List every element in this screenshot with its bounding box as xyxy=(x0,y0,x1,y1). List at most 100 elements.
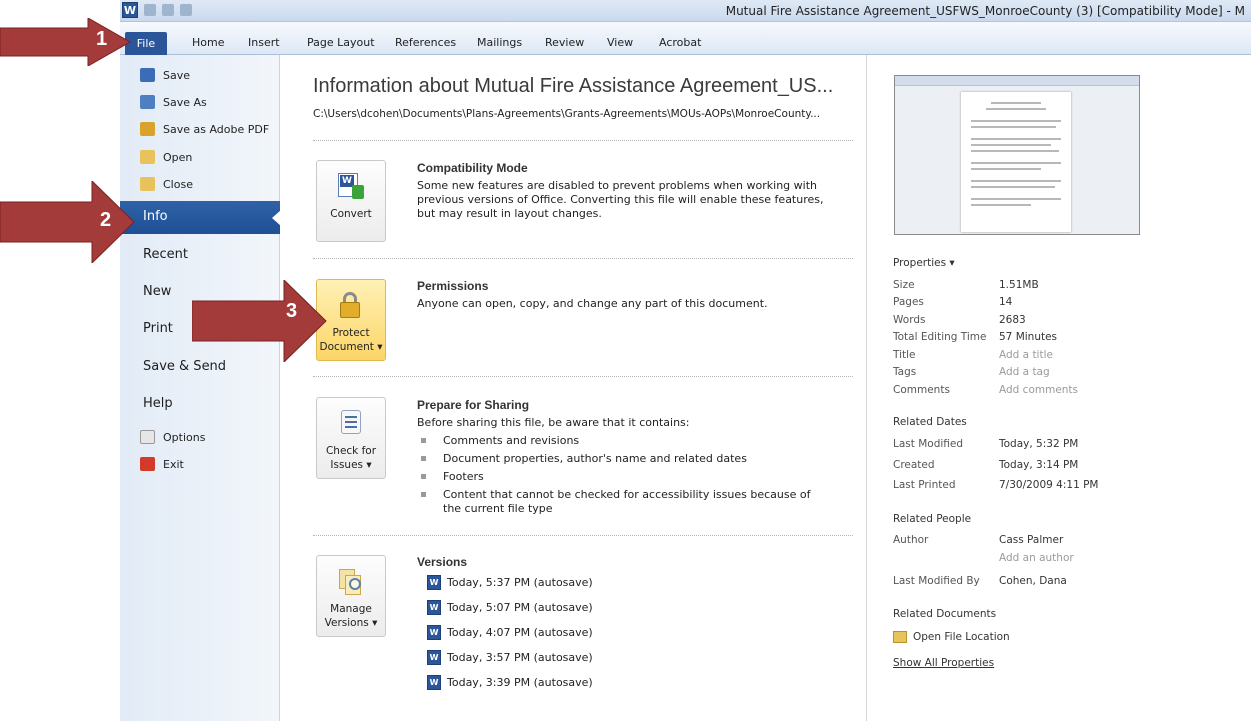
tab-page-layout[interactable]: Page Layout xyxy=(307,36,375,49)
save-as-icon xyxy=(140,95,155,109)
prop-comments-field[interactable]: Add comments xyxy=(999,384,1078,396)
divider xyxy=(313,376,853,377)
sharing-bullet: Comments and revisions xyxy=(421,434,841,448)
callout-number: 3 xyxy=(286,300,298,322)
adobe-pdf-icon xyxy=(140,122,155,136)
word-doc-icon: W xyxy=(427,650,441,665)
sharing-text: Before sharing this file, be aware that … xyxy=(417,416,690,429)
dropdown-arrow-icon: ▾ xyxy=(377,341,383,353)
word-doc-icon: W xyxy=(427,600,441,615)
prop-value-pages: 14 xyxy=(999,296,1013,308)
version-item[interactable]: W Today, 5:07 PM (autosave) xyxy=(427,600,593,615)
menu-close[interactable]: Close xyxy=(140,177,193,191)
options-icon xyxy=(140,430,155,444)
tab-insert[interactable]: Insert xyxy=(248,36,280,49)
date-value: Today, 5:32 PM xyxy=(999,438,1079,450)
prop-value-words: 2683 xyxy=(999,314,1026,326)
tab-mailings[interactable]: Mailings xyxy=(477,36,522,49)
redo-icon[interactable] xyxy=(180,4,192,16)
sharing-bullet: Document properties, author's name and r… xyxy=(421,452,841,466)
prop-tags-field[interactable]: Add a tag xyxy=(999,366,1050,378)
last-modified-by-label: Last Modified By xyxy=(893,575,980,587)
divider xyxy=(313,535,853,536)
tab-home[interactable]: Home xyxy=(192,36,224,49)
open-file-location-link[interactable]: Open File Location xyxy=(893,631,1010,643)
convert-button[interactable]: W Convert xyxy=(316,160,386,242)
ribbon-tabs: File Home Insert Page Layout References … xyxy=(120,22,1251,55)
version-item[interactable]: W Today, 4:07 PM (autosave) xyxy=(427,625,593,640)
window-title: Mutual Fire Assistance Agreement_USFWS_M… xyxy=(725,4,1245,18)
last-modified-by-value: Cohen, Dana xyxy=(999,575,1067,587)
title-bar: W Mutual Fire Assistance Agreement_USFWS… xyxy=(120,0,1251,22)
menu-new[interactable]: New xyxy=(143,284,171,299)
menu-info[interactable]: Info xyxy=(120,201,281,234)
lock-key-icon xyxy=(336,290,366,320)
dropdown-arrow-icon: ▾ xyxy=(366,459,372,471)
menu-save-as[interactable]: Save As xyxy=(140,95,207,109)
sharing-bullet: Footers xyxy=(421,470,841,484)
prop-value-editing-time: 57 Minutes xyxy=(999,331,1058,343)
file-path: C:\Users\dcohen\Documents\Plans-Agreemen… xyxy=(313,108,821,120)
permissions-heading: Permissions xyxy=(417,279,489,293)
version-item[interactable]: W Today, 3:39 PM (autosave) xyxy=(427,675,593,690)
menu-exit[interactable]: Exit xyxy=(140,457,184,471)
menu-help[interactable]: Help xyxy=(143,396,173,411)
menu-print[interactable]: Print xyxy=(143,321,173,336)
date-value: 7/30/2009 4:11 PM xyxy=(999,479,1099,491)
menu-open[interactable]: Open xyxy=(140,150,192,164)
related-documents-heading: Related Documents xyxy=(893,608,997,620)
tab-references[interactable]: References xyxy=(395,36,456,49)
prop-value-size: 1.51MB xyxy=(999,279,1039,291)
selection-notch xyxy=(272,210,281,226)
callout-number: 2 xyxy=(100,209,112,231)
menu-save[interactable]: Save xyxy=(140,68,190,82)
related-dates-heading: Related Dates xyxy=(893,416,967,428)
prop-label-size: Size xyxy=(893,279,915,291)
versions-heading: Versions xyxy=(417,555,468,569)
permissions-text: Anyone can open, copy, and change any pa… xyxy=(417,297,768,310)
save-icon[interactable] xyxy=(144,4,156,16)
backstage-menu: Save Save As Save as Adobe PDF Open Clos… xyxy=(120,55,281,721)
tab-acrobat[interactable]: Acrobat xyxy=(659,36,701,49)
menu-save-as-adobe-pdf[interactable]: Save as Adobe PDF xyxy=(140,122,269,136)
undo-icon[interactable] xyxy=(162,4,174,16)
version-item[interactable]: W Today, 3:57 PM (autosave) xyxy=(427,650,593,665)
divider xyxy=(313,140,853,141)
save-icon xyxy=(140,68,155,82)
add-author-field[interactable]: Add an author xyxy=(999,552,1074,564)
page-title: Information about Mutual Fire Assistance… xyxy=(313,75,834,97)
dropdown-arrow-icon: ▾ xyxy=(949,257,955,269)
quick-access-toolbar: W xyxy=(120,2,192,18)
check-for-issues-button[interactable]: Check for Issues ▾ xyxy=(316,397,386,479)
word-doc-icon: W xyxy=(427,675,441,690)
exit-icon xyxy=(140,457,155,471)
word-doc-icon: W xyxy=(427,575,441,590)
author-label: Author xyxy=(893,534,929,546)
word-logo-icon[interactable]: W xyxy=(122,2,138,18)
menu-options[interactable]: Options xyxy=(140,430,205,444)
tab-view[interactable]: View xyxy=(607,36,633,49)
author-value[interactable]: Cass Palmer xyxy=(999,534,1063,546)
version-item[interactable]: W Today, 5:37 PM (autosave) xyxy=(427,575,593,590)
callout-arrow-3: 3 xyxy=(192,280,328,362)
tab-review[interactable]: Review xyxy=(545,36,584,49)
date-label: Created xyxy=(893,459,935,471)
open-folder-icon xyxy=(140,150,155,164)
show-all-properties-link[interactable]: Show All Properties xyxy=(893,657,994,669)
sharing-bullet: Content that cannot be checked for acces… xyxy=(421,488,821,516)
prop-label-words: Words xyxy=(893,314,926,326)
document-thumbnail[interactable] xyxy=(894,75,1140,235)
date-label: Last Modified xyxy=(893,438,964,450)
prop-title-field[interactable]: Add a title xyxy=(999,349,1053,361)
info-panel: Information about Mutual Fire Assistance… xyxy=(281,55,866,721)
manage-versions-button[interactable]: Manage Versions ▾ xyxy=(316,555,386,637)
callout-arrow-1: 1 xyxy=(0,18,132,66)
checklist-icon xyxy=(336,408,366,438)
date-label: Last Printed xyxy=(893,479,956,491)
prop-label-title: Title xyxy=(893,349,916,361)
menu-recent[interactable]: Recent xyxy=(143,247,188,262)
thumbnail-page xyxy=(961,92,1071,232)
prop-label-tags: Tags xyxy=(893,366,917,378)
thumbnail-toolbar xyxy=(895,76,1139,86)
properties-heading[interactable]: Properties ▾ xyxy=(893,257,955,269)
